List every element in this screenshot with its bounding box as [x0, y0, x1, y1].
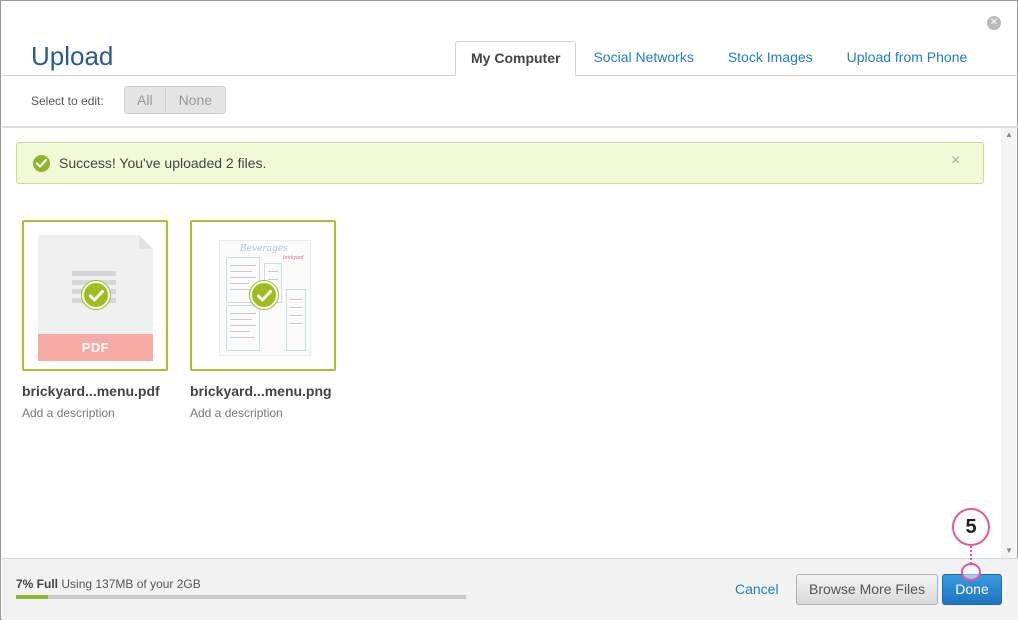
selected-check-icon	[82, 281, 110, 309]
browse-more-files-button[interactable]: Browse More Files	[796, 574, 938, 605]
add-description-field[interactable]: Add a description	[190, 406, 337, 420]
file-item: Beverages brickyard brickyard...menu.png…	[190, 220, 337, 420]
add-description-field[interactable]: Add a description	[22, 406, 169, 420]
scrollbar[interactable]: ▲ ▼	[1001, 128, 1017, 558]
storage-detail: Using 137MB of your 2GB	[61, 577, 201, 591]
dialog-title: Upload	[31, 41, 114, 71]
file-thumbnail-pdf[interactable]: PDF	[22, 220, 168, 371]
select-all-button[interactable]: All	[125, 87, 165, 113]
success-alert: Success! You've uploaded 2 files. ×	[16, 142, 984, 184]
selected-check-icon	[250, 281, 278, 309]
content-divider	[2, 126, 1018, 128]
file-name: brickyard...menu.png	[190, 383, 332, 399]
menu-preview-logo: brickyard	[283, 255, 304, 261]
alert-message: Success! You've uploaded 2 files.	[59, 155, 267, 171]
file-name: brickyard...menu.pdf	[22, 383, 160, 399]
select-none-button[interactable]: None	[164, 87, 225, 113]
tab-my-computer[interactable]: My Computer	[455, 41, 577, 76]
close-icon[interactable]: ✕	[987, 16, 1001, 30]
file-thumbnail-png[interactable]: Beverages brickyard	[190, 220, 336, 371]
storage-percent: 7% Full	[16, 577, 59, 591]
tab-upload-from-phone[interactable]: Upload from Phone	[830, 41, 985, 76]
upload-dialog: ✕ Upload My Computer Social Networks Sto…	[0, 0, 1018, 620]
source-tabs: My Computer Social Networks Stock Images…	[455, 41, 984, 76]
alert-close-icon[interactable]: ×	[951, 152, 960, 170]
check-circle-icon	[33, 155, 50, 172]
select-toggle-group: All None	[124, 86, 227, 114]
tab-social-networks[interactable]: Social Networks	[576, 41, 710, 76]
pdf-type-label: PDF	[38, 334, 153, 361]
menu-preview-title: Beverages	[240, 244, 288, 254]
storage-progress-fill	[16, 595, 48, 599]
step-callout-target-ring	[961, 563, 981, 581]
file-item: PDF brickyard...menu.pdf Add a descripti…	[22, 220, 169, 420]
step-callout-connector	[970, 546, 972, 564]
storage-usage: 7% Full Using 137MB of your 2GB	[16, 577, 201, 591]
tab-stock-images[interactable]: Stock Images	[711, 41, 830, 76]
cancel-link[interactable]: Cancel	[735, 581, 779, 597]
scroll-up-arrow-icon[interactable]: ▲	[1001, 128, 1017, 142]
storage-progress-bar	[16, 595, 466, 599]
scroll-down-arrow-icon[interactable]: ▼	[1001, 544, 1017, 558]
dialog-footer: 7% Full Using 137MB of your 2GB Cancel B…	[2, 558, 1018, 620]
step-callout-badge: 5	[952, 508, 990, 546]
select-to-edit-label: Select to edit:	[31, 94, 104, 108]
